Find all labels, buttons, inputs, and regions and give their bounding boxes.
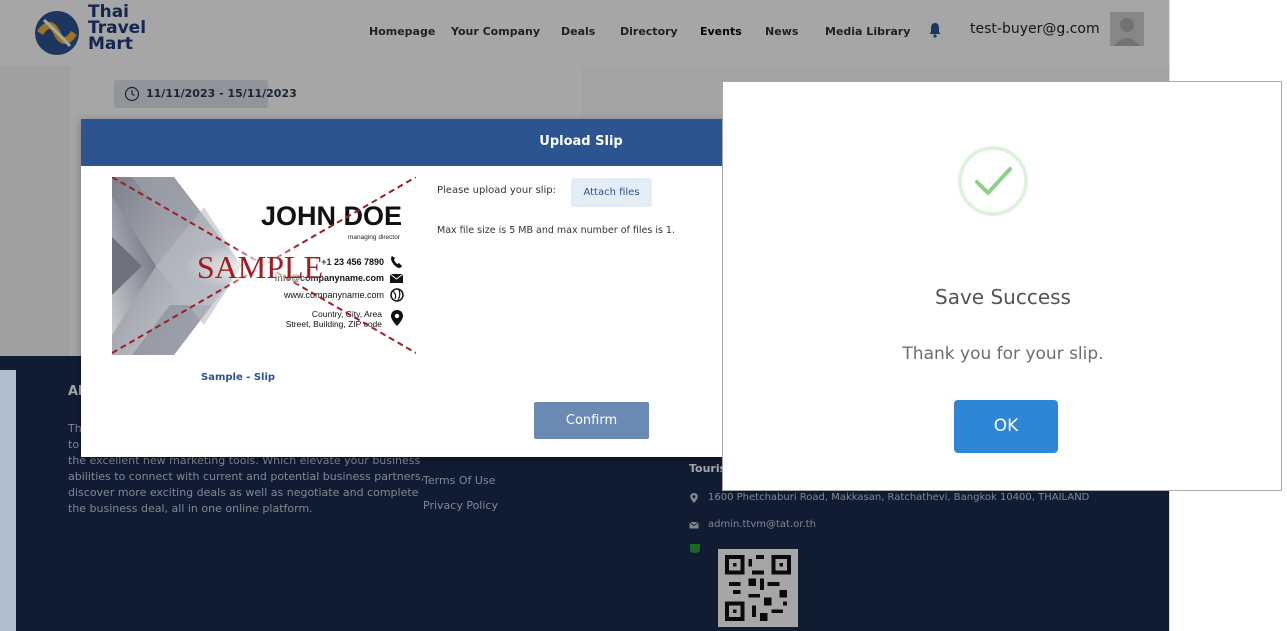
envelope-icon <box>389 273 404 283</box>
save-success-dialog: Save Success Thank you for your slip. OK <box>722 81 1282 491</box>
sample-slip-image: JOHN DOE managing director +1 23 456 789… <box>112 177 416 355</box>
sample-card-web: www.companyname.com <box>283 290 384 300</box>
phone-icon <box>391 256 402 268</box>
modal-header: Upload Slip <box>81 119 731 166</box>
sample-business-card: JOHN DOE managing director +1 23 456 789… <box>112 177 416 355</box>
sample-slip-caption: Sample - Slip <box>201 372 276 383</box>
ok-button[interactable]: OK <box>954 400 1058 453</box>
map-pin-icon <box>391 310 403 326</box>
sample-watermark: SAMPLE <box>197 249 323 285</box>
globe-icon <box>390 288 404 302</box>
confirm-button[interactable]: Confirm <box>534 402 649 439</box>
attach-files-button[interactable]: Attach files <box>571 178 652 207</box>
success-check-icon <box>958 146 1028 216</box>
file-limit-text: Max file size is 5 MB and max number of … <box>437 225 675 236</box>
upload-slip-modal: Upload Slip JOHN DOE managing director +… <box>81 119 731 457</box>
sample-card-role: managing director <box>348 234 401 241</box>
screen: Thai Travel Mart Homepage Your Company D… <box>0 0 1287 631</box>
upload-slip-label: Please upload your slip: <box>437 185 557 196</box>
side-decoration <box>0 370 16 631</box>
dialog-message: Thank you for your slip. <box>902 344 1104 364</box>
dialog-title: Save Success <box>935 285 1071 309</box>
